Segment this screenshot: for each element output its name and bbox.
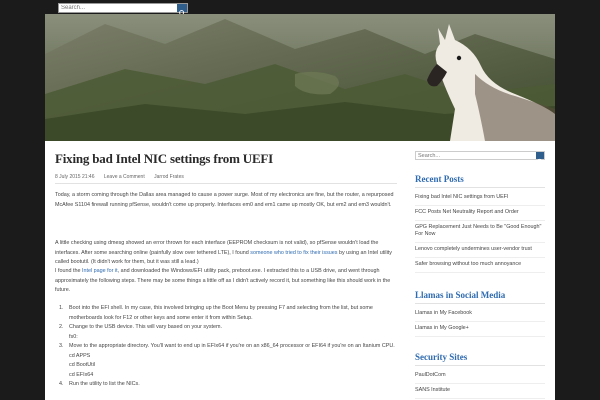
divider — [415, 365, 545, 366]
step-command: cd EFIx64 — [69, 371, 94, 378]
step-command: cd BootUtil — [69, 362, 96, 368]
sidebar-link-security[interactable]: PaulDotCom — [415, 369, 545, 384]
sidebar-search-box[interactable] — [415, 151, 545, 165]
paragraph-1: Today, a storm coming through the Dallas… — [55, 192, 394, 208]
sidebar-link-recent-post[interactable]: FCC Posts Net Neutrality Report and Orde… — [415, 206, 545, 221]
social-media-list: Llamas in My Facebook Llamas in My Googl… — [415, 307, 545, 337]
sidebar-link-social[interactable]: Llamas in My Google+ — [415, 322, 545, 337]
steps-list: 1. Boot into the EFI shell. In my case, … — [55, 304, 400, 390]
sidebar-link-social[interactable]: Llamas in My Facebook — [415, 307, 545, 322]
divider — [55, 183, 397, 184]
top-search-button[interactable] — [177, 4, 187, 17]
paragraph-3: I found the Intel page for it, and downl… — [55, 267, 400, 296]
divider — [415, 187, 545, 188]
list-item: 4. Run the utility to list the NICs. — [55, 380, 400, 390]
comments-link[interactable]: Leave a Comment — [104, 174, 145, 180]
list-item: 3. Move to the appropriate directory. Yo… — [55, 342, 400, 380]
step-text: Boot into the EFI shell. In my case, thi… — [69, 305, 373, 321]
search-icon — [537, 158, 543, 165]
top-search-input[interactable] — [61, 4, 173, 12]
list-item: 2. Change to the USB device. This will v… — [55, 323, 400, 342]
top-bar — [0, 0, 600, 17]
top-search-box[interactable] — [58, 3, 188, 17]
content-wrapper: Fixing bad Intel NIC settings from UEFI … — [45, 141, 555, 400]
list-item: 1. Boot into the EFI shell. In my case, … — [55, 304, 400, 323]
paragraph-2: A little checking using dmesg showed an … — [55, 239, 400, 268]
step-number: 4. — [59, 381, 64, 387]
sidebar: Recent Posts Fixing bad Intel NIC settin… — [415, 141, 547, 400]
post-title[interactable]: Fixing bad Intel NIC settings from UEFI — [55, 151, 273, 167]
paragraph-3-text-a: I found the — [55, 268, 82, 274]
author-link[interactable]: Jarrod Frates — [154, 174, 184, 180]
sidebar-search-button[interactable] — [536, 152, 544, 165]
step-text: Change to the USB device. This will vary… — [69, 324, 223, 330]
social-media-heading: Llamas in Social Media — [415, 290, 506, 300]
post-date[interactable]: 8 July 2015 21:46 — [55, 174, 94, 180]
security-sites-list: PaulDotCom SANS Institute — [415, 369, 545, 399]
recent-posts-list: Fixing bad Intel NIC settings from UEFI … — [415, 191, 545, 273]
step-number: 3. — [59, 343, 64, 349]
link-someone-who-tried[interactable]: someone who tried to fix their issues — [250, 250, 337, 256]
sidebar-link-security[interactable]: SANS Institute — [415, 384, 545, 399]
step-text: Move to the appropriate directory. You'l… — [69, 343, 395, 349]
main-content: Fixing bad Intel NIC settings from UEFI … — [55, 141, 405, 400]
sidebar-link-recent-post[interactable]: Fixing bad Intel NIC settings from UEFI — [415, 191, 545, 206]
step-number: 2. — [59, 324, 64, 330]
sidebar-link-recent-post[interactable]: Safer browsing without too much annoyanc… — [415, 258, 545, 273]
sidebar-link-recent-post[interactable]: GPG Replacement Just Needs to Be "Good E… — [415, 221, 545, 243]
sidebar-link-recent-post[interactable]: Lenovo completely undermines user-vendor… — [415, 243, 545, 258]
step-command: fs0: — [69, 333, 78, 340]
step-number: 1. — [59, 305, 64, 311]
recent-posts-heading: Recent Posts — [415, 174, 464, 184]
security-sites-heading: Security Sites — [415, 352, 468, 362]
header-banner-image — [45, 14, 555, 141]
step-command: cd APPS — [69, 352, 91, 359]
step-text: Run the utility to list the NICs. — [69, 381, 140, 387]
link-intel-page[interactable]: Intel page for it — [82, 268, 118, 274]
sidebar-search-input[interactable] — [418, 152, 530, 159]
post-meta: 8 July 2015 21:46 Leave a Comment Jarrod… — [55, 174, 192, 180]
divider — [415, 303, 545, 304]
